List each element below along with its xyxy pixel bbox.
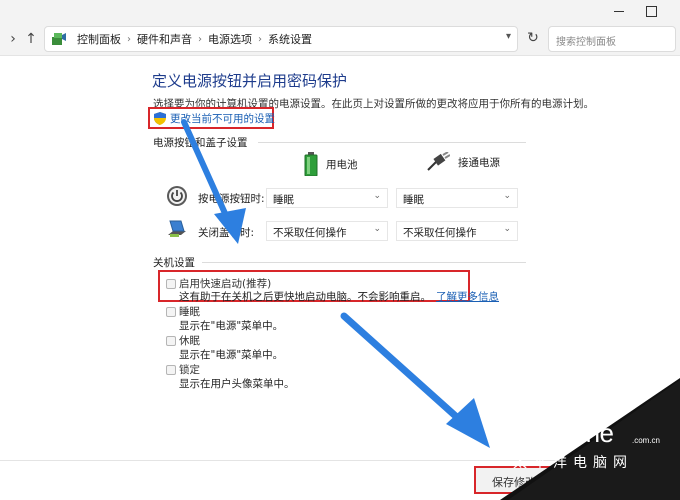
chevron-right-icon[interactable]: ›	[198, 34, 202, 45]
shield-icon	[154, 111, 166, 125]
breadcrumb-item[interactable]: 控制面板	[77, 31, 121, 47]
minimize-icon[interactable]	[612, 4, 626, 18]
lock-desc: 显示在用户头像菜单中。	[179, 378, 295, 390]
breadcrumb-item[interactable]: 硬件和声音	[137, 31, 192, 47]
watermark-logo: PConline	[512, 418, 614, 448]
select-value: 不采取任何操作	[403, 227, 477, 239]
section-divider	[202, 262, 526, 263]
chevron-right-icon[interactable]: ›	[127, 34, 131, 45]
power-button-label: 按电源按钮时:	[198, 193, 265, 205]
sleep-desc: 显示在"电源"菜单中。	[179, 320, 284, 332]
power-section-label: 电源按钮和盖子设置	[153, 137, 248, 149]
column-plugged-label: 接通电源	[458, 156, 500, 169]
select-value: 不采取任何操作	[273, 227, 347, 239]
power-icon	[167, 186, 187, 206]
column-plugged: 接通电源	[426, 152, 500, 172]
column-battery: 用电池	[304, 152, 358, 176]
hibernate-desc: 显示在"电源"菜单中。	[179, 349, 284, 361]
column-battery-label: 用电池	[326, 158, 358, 171]
refresh-icon[interactable]: ↻	[522, 27, 544, 49]
lid-battery-select[interactable]: 不采取任何操作 ⌄	[266, 221, 388, 241]
sleep-checkbox[interactable]	[166, 307, 176, 317]
back-arrow-icon[interactable]: ›	[4, 30, 22, 48]
page-title: 定义电源按钮并启用密码保护	[152, 72, 348, 90]
chevron-down-icon: ⌄	[373, 224, 381, 234]
learn-more-link[interactable]: 了解更多信息	[436, 291, 499, 303]
hibernate-checkbox[interactable]	[166, 336, 176, 346]
battery-icon	[304, 152, 318, 176]
select-value: 睡眠	[403, 194, 424, 206]
lock-checkbox[interactable]	[166, 365, 176, 375]
fast-startup-desc: 这有助于在关机之后更快地启动电脑。不会影响重启。 了解更多信息	[179, 289, 499, 304]
address-box[interactable]: 控制面板 › 硬件和声音 › 电源选项 › 系统设置 ▾	[44, 26, 518, 52]
chevron-down-icon: ⌄	[503, 224, 511, 234]
lock-title: 锁定	[179, 364, 200, 376]
breadcrumb: 控制面板 › 硬件和声音 › 电源选项 › 系统设置	[77, 27, 312, 51]
power-plug-icon	[427, 152, 450, 171]
section-divider	[258, 142, 526, 143]
shutdown-section-label: 关机设置	[153, 257, 195, 269]
select-value: 睡眠	[273, 194, 294, 206]
chevron-down-icon[interactable]: ▾	[506, 31, 511, 42]
lid-close-label: 关闭盖子时:	[198, 227, 255, 239]
hibernate-title: 休眠	[179, 335, 200, 347]
power-button-battery-select[interactable]: 睡眠 ⌄	[266, 188, 388, 208]
change-settings-label: 更改当前不可用的设置	[170, 112, 275, 125]
chevron-down-icon: ⌄	[503, 191, 511, 201]
change-settings-link[interactable]: 更改当前不可用的设置	[148, 107, 275, 129]
up-arrow-icon[interactable]: ↑	[22, 30, 40, 48]
fast-startup-desc-text: 这有助于在关机之后更快地启动电脑。不会影响重启。	[179, 291, 431, 303]
breadcrumb-item[interactable]: 电源选项	[208, 31, 252, 47]
search-input[interactable]: 搜索控制面板	[548, 26, 676, 52]
sleep-title: 睡眠	[179, 306, 200, 318]
address-bar-row: › ↑ 控制面板 › 硬件和声音 › 电源选项 › 系统设置 ▾ ↻ 搜索控制面…	[0, 22, 680, 56]
power-button-plugged-select[interactable]: 睡眠 ⌄	[396, 188, 518, 208]
watermark-domain: .com.cn	[632, 436, 661, 445]
fast-startup-checkbox[interactable]	[166, 279, 176, 289]
watermark-subtitle: 太平洋电脑网	[513, 455, 633, 471]
breadcrumb-item[interactable]: 系统设置	[268, 31, 312, 47]
chevron-down-icon: ⌄	[373, 191, 381, 201]
chevron-right-icon[interactable]: ›	[258, 34, 262, 45]
lid-plugged-select[interactable]: 不采取任何操作 ⌄	[396, 221, 518, 241]
window-top-strip	[0, 0, 680, 22]
control-panel-icon	[52, 33, 66, 45]
arrow-save-icon	[340, 312, 490, 448]
laptop-lid-icon	[168, 220, 186, 237]
maximize-icon[interactable]	[644, 4, 658, 18]
